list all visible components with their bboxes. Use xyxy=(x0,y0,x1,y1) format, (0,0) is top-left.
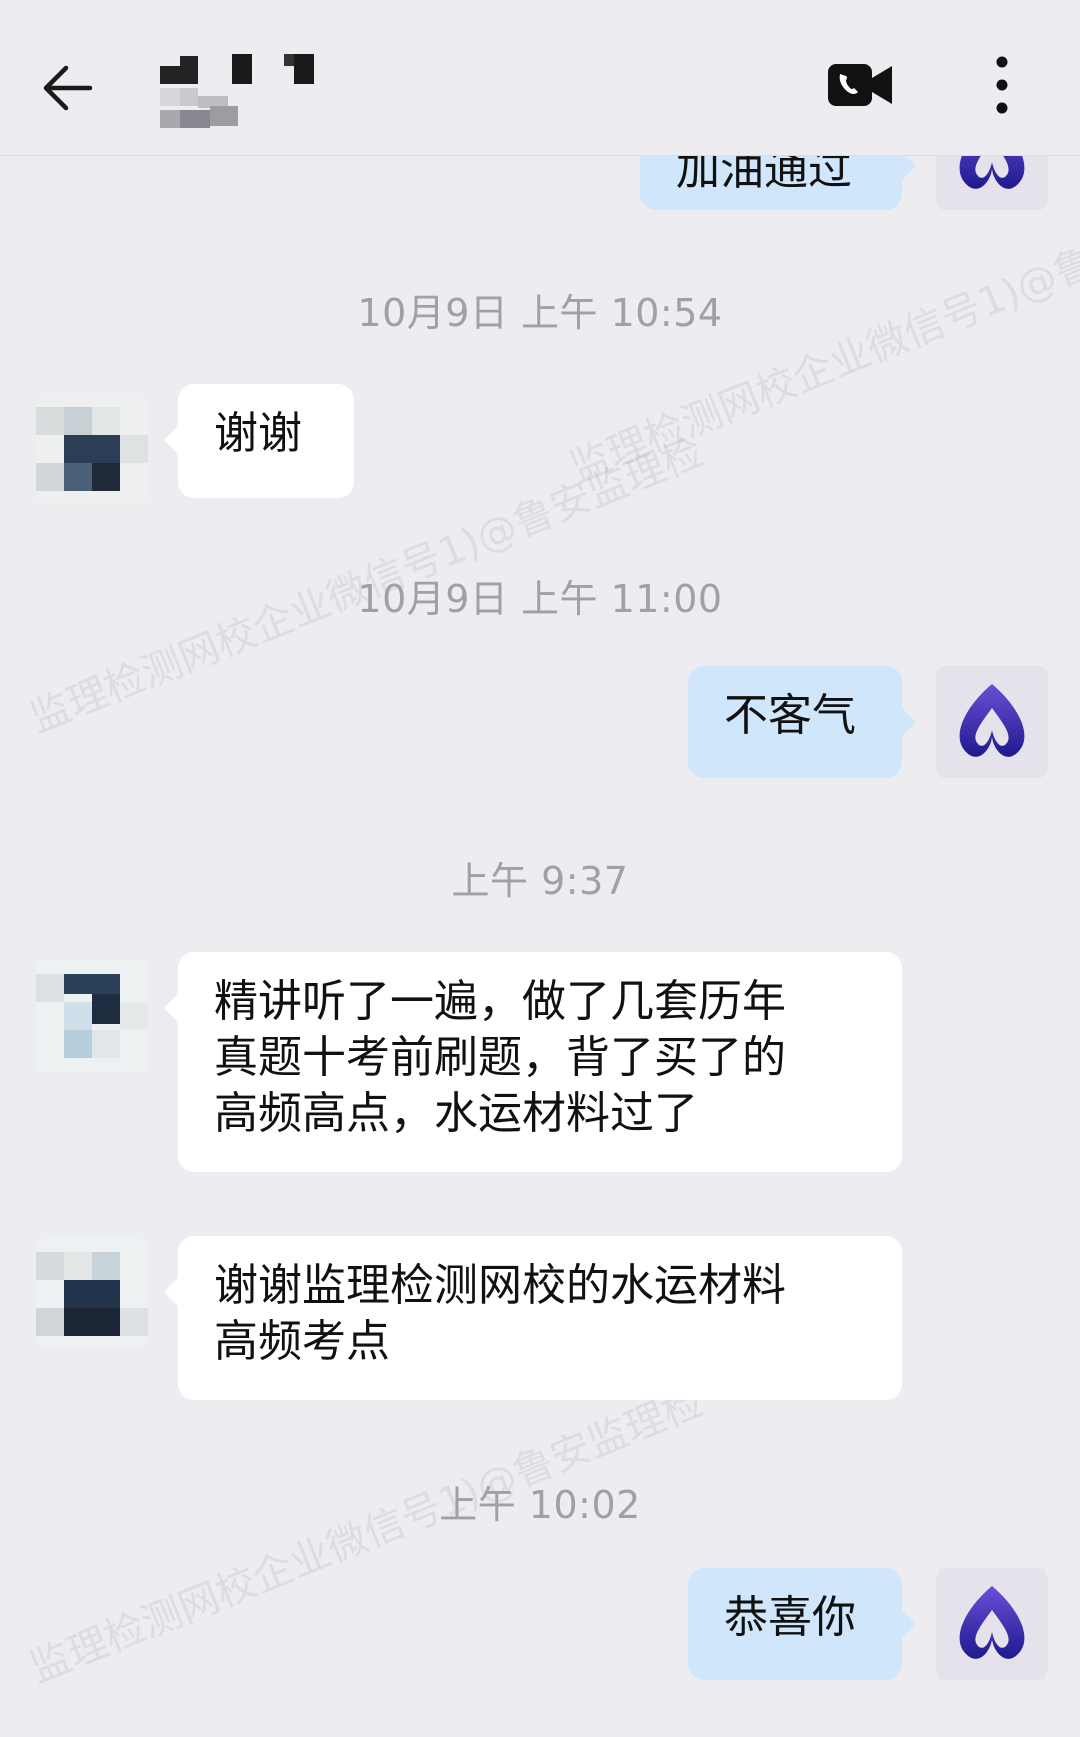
chat-header xyxy=(0,0,1080,156)
message-text: 恭喜你 xyxy=(724,1592,856,1643)
contact-avatar[interactable] xyxy=(36,1238,148,1350)
more-options-button[interactable] xyxy=(982,50,1022,120)
message-text: 不客气 xyxy=(724,690,856,741)
logo-icon xyxy=(959,684,1025,757)
logo-icon xyxy=(959,1586,1025,1659)
timestamp: 10月9日 上午 10:54 xyxy=(357,291,723,335)
video-call-icon xyxy=(828,64,892,106)
more-vertical-icon xyxy=(996,56,1008,114)
back-button[interactable] xyxy=(38,58,98,118)
timestamp: 上午 10:02 xyxy=(439,1483,641,1527)
message-line: 谢谢监理检测网校的水运材料 xyxy=(214,1260,786,1311)
incoming-message-bubble[interactable]: 谢谢监理检测网校的水运材料 高频考点 xyxy=(164,1236,902,1400)
message-line: 精讲听了一遍，做了几套历年 xyxy=(214,976,786,1027)
avatar-image-redacted xyxy=(36,960,148,1072)
arrow-left-icon xyxy=(43,65,93,111)
outgoing-message-bubble[interactable]: 恭喜你 xyxy=(688,1568,916,1680)
incoming-message-bubble[interactable]: 精讲听了一遍，做了几套历年 真题十考前刷题，背了买了的 高频高点，水运材料过了 xyxy=(164,952,902,1172)
contact-avatar[interactable] xyxy=(36,393,148,505)
my-avatar[interactable] xyxy=(936,1568,1048,1680)
message-line: 高频考点 xyxy=(214,1316,390,1367)
timestamp: 10月9日 上午 11:00 xyxy=(357,577,723,621)
contact-avatar[interactable] xyxy=(36,960,148,1072)
video-call-button[interactable] xyxy=(826,60,896,110)
incoming-message-bubble[interactable]: 谢谢 xyxy=(164,384,354,498)
message-line: 真题十考前刷题，背了买了的 xyxy=(214,1032,786,1083)
contact-name-redacted xyxy=(160,50,330,150)
avatar-image-redacted xyxy=(36,393,148,505)
outgoing-message-bubble[interactable]: 不客气 xyxy=(688,666,916,778)
timestamp: 上午 9:37 xyxy=(451,859,629,903)
message-line: 高频高点，水运材料过了 xyxy=(214,1088,698,1139)
avatar-image-redacted xyxy=(36,1238,148,1350)
watermark-text: 监理检测网校企业微信号1)@鲁安监理检 xyxy=(23,1379,710,1692)
my-avatar[interactable] xyxy=(936,666,1048,778)
message-text: 谢谢 xyxy=(214,408,302,459)
